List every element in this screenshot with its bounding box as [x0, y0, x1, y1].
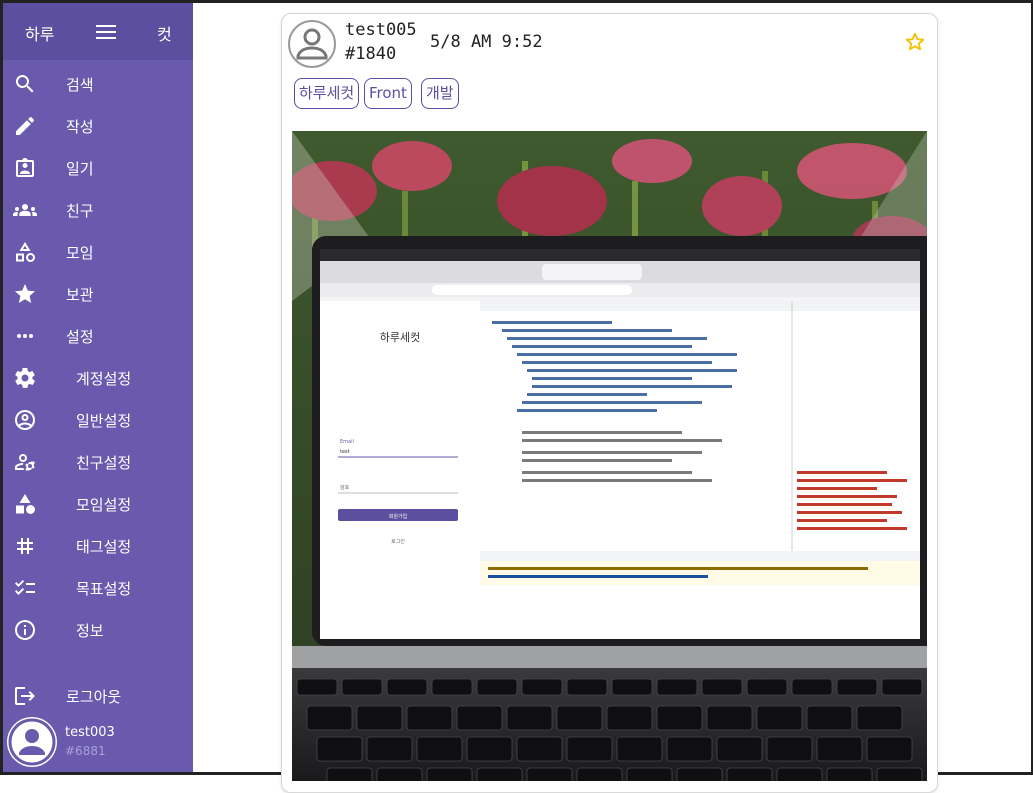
sidebar-item-label: 태그설정	[76, 538, 132, 556]
brand-left[interactable]: 하루	[25, 21, 54, 45]
menu-icon[interactable]	[96, 25, 116, 41]
sidebar-item-tag-settings[interactable]: 태그설정	[3, 526, 193, 566]
sidebar-item-general-settings[interactable]: 일반설정	[3, 400, 193, 440]
more-dots-icon	[13, 324, 37, 348]
info-icon	[13, 618, 37, 642]
sidebar-item-label: 보관	[66, 286, 94, 304]
login-app-title: 하루세컷	[380, 330, 420, 344]
tag-chip[interactable]: 개발	[421, 78, 459, 109]
star-icon	[13, 282, 37, 306]
sidebar-item-label: 모임설정	[76, 496, 132, 514]
sidebar-item-groups[interactable]: 모임	[3, 232, 193, 272]
sidebar: 하루 컷 검색 작성 일기 친구 모임 보관 설정 계정설정 일반설정 친구설정	[3, 3, 193, 772]
sidebar-item-label: 목표설정	[76, 580, 132, 598]
sidebar-header: 하루 컷	[3, 3, 193, 60]
sidebar-item-group-settings[interactable]: 모임설정	[3, 484, 193, 524]
favorite-star-icon[interactable]	[904, 31, 926, 53]
svg-text:회원가입: 회원가입	[389, 513, 407, 520]
post-timestamp: 5/8 AM 9:52	[430, 32, 543, 52]
main-feed: test005 #1840 5/8 AM 9:52 하루세컷 Front 개발	[193, 3, 1030, 793]
sidebar-item-label: 로그아웃	[66, 688, 122, 706]
current-user[interactable]: test003 #6881	[3, 715, 193, 772]
sidebar-item-archive[interactable]: 보관	[3, 274, 193, 314]
tag-chip[interactable]: 하루세컷	[294, 78, 360, 109]
sidebar-item-friend-settings[interactable]: 친구설정	[3, 442, 193, 482]
svg-text:Email: Email	[340, 439, 354, 445]
svg-text:암호: 암호	[340, 484, 350, 491]
sidebar-item-account-settings[interactable]: 계정설정	[3, 358, 193, 398]
avatar	[7, 717, 57, 767]
contact-card-icon	[13, 156, 37, 180]
group-icon	[13, 198, 37, 222]
sidebar-item-label: 검색	[66, 76, 94, 94]
brand-right[interactable]: 컷	[157, 21, 172, 45]
svg-text:로그인: 로그인	[391, 538, 405, 545]
sidebar-item-settings[interactable]: 설정	[3, 316, 193, 356]
post-card: test005 #1840 5/8 AM 9:52 하루세컷 Front 개발	[281, 13, 938, 793]
sidebar-item-label: 친구설정	[76, 454, 132, 472]
post-author[interactable]: test005	[345, 20, 417, 40]
sidebar-item-friends[interactable]: 친구	[3, 190, 193, 230]
category-shapes-filled-icon	[13, 492, 37, 516]
search-icon	[13, 72, 37, 96]
user-name: test003	[65, 725, 115, 740]
logout-icon	[13, 684, 37, 708]
sidebar-item-logout[interactable]: 로그아웃	[3, 676, 193, 716]
account-circle-icon	[13, 408, 37, 432]
sidebar-item-write[interactable]: 작성	[3, 106, 193, 146]
sidebar-item-diary[interactable]: 일기	[3, 148, 193, 188]
sidebar-item-label: 정보	[76, 622, 104, 640]
tag-chip[interactable]: Front	[364, 78, 412, 109]
sidebar-item-label: 일기	[66, 160, 94, 178]
gear-icon	[13, 366, 37, 390]
post-photo[interactable]: 하루세컷 Email test 암호 회원가입 로그인	[292, 131, 927, 781]
checklist-icon	[13, 576, 37, 600]
user-tag: #6881	[65, 744, 106, 758]
sidebar-item-label: 일반설정	[76, 412, 132, 430]
sidebar-item-label: 작성	[66, 118, 94, 136]
sidebar-item-goal-settings[interactable]: 목표설정	[3, 568, 193, 608]
hashtag-icon	[13, 534, 37, 558]
sidebar-item-label: 설정	[66, 328, 94, 346]
post-author-tag: #1840	[345, 44, 397, 64]
svg-text:test: test	[340, 449, 350, 455]
avatar[interactable]	[288, 20, 336, 68]
pencil-icon	[13, 114, 37, 138]
sidebar-item-label: 모임	[66, 244, 94, 262]
sidebar-item-search[interactable]: 검색	[3, 64, 193, 104]
sidebar-item-info[interactable]: 정보	[3, 610, 193, 650]
sidebar-item-label: 계정설정	[76, 370, 132, 388]
sidebar-item-label: 친구	[66, 202, 94, 220]
person-gear-icon	[13, 450, 37, 474]
category-shapes-icon	[13, 240, 37, 264]
